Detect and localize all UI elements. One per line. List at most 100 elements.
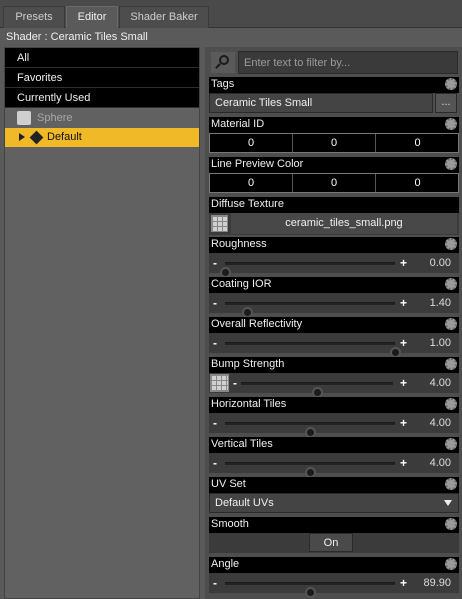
prop-label: Roughness — [209, 237, 459, 253]
prop-material-id: Material ID 0 0 0 — [209, 117, 459, 153]
uv-set-dropdown[interactable]: Default UVs — [209, 493, 459, 513]
gear-icon[interactable] — [445, 518, 457, 530]
tree-item-label: Default — [47, 131, 82, 143]
prop-roughness: Roughness - + 0.00 — [209, 237, 459, 278]
prop-bump-strength: Bump Strength - + 4.00 — [209, 357, 459, 398]
increment-button[interactable]: + — [400, 296, 407, 310]
prop-diffuse-texture: Diffuse Texture ceramic_tiles_small.png — [209, 197, 459, 235]
slider-track[interactable] — [225, 462, 395, 478]
slider-value[interactable]: 89.90 — [423, 577, 451, 589]
gear-icon[interactable] — [445, 358, 457, 370]
slider-track[interactable] — [225, 302, 395, 318]
slider-value[interactable]: 4.00 — [430, 457, 451, 469]
filter-input[interactable] — [238, 51, 458, 74]
prop-label: Tags — [209, 77, 459, 93]
tags-browse-button[interactable]: ... — [435, 93, 457, 113]
material-id-r[interactable]: 0 — [210, 134, 293, 152]
increment-button[interactable]: + — [400, 256, 407, 270]
texture-filename[interactable]: ceramic_tiles_small.png — [231, 213, 457, 234]
line-color-r[interactable]: 0 — [210, 174, 293, 192]
tab-presets[interactable]: Presets — [3, 6, 65, 28]
gear-icon[interactable] — [445, 238, 457, 250]
decrement-button[interactable]: - — [213, 576, 217, 590]
prop-label: Line Preview Color — [209, 157, 459, 173]
line-color-g[interactable]: 0 — [293, 174, 376, 192]
decrement-button[interactable]: - — [213, 296, 217, 310]
increment-button[interactable]: + — [400, 456, 407, 470]
gear-icon[interactable] — [445, 398, 457, 410]
prop-horizontal-tiles: Horizontal Tiles - + 4.00 — [209, 397, 459, 438]
decrement-button[interactable]: - — [213, 456, 217, 470]
prop-label: Material ID — [209, 117, 459, 133]
decrement-button[interactable]: - — [213, 416, 217, 430]
increment-button[interactable]: + — [400, 576, 407, 590]
horizontal-tiles-slider[interactable]: - + 4.00 — [209, 413, 459, 438]
overall-reflectivity-slider[interactable]: - + 1.00 — [209, 333, 459, 358]
gear-icon[interactable] — [445, 318, 457, 330]
left-panel: All Favorites Currently Used Sphere Defa… — [4, 47, 200, 599]
tags-field[interactable]: Ceramic Tiles Small — [209, 93, 433, 113]
increment-button[interactable]: + — [400, 376, 407, 390]
prop-smooth: Smooth On — [209, 517, 459, 553]
prop-label: Coating IOR — [209, 277, 459, 293]
expand-arrow-icon[interactable] — [19, 133, 25, 141]
slider-track[interactable] — [220, 262, 395, 278]
smooth-toggle[interactable]: On — [309, 533, 353, 552]
line-color-fields: 0 0 0 — [209, 173, 459, 193]
increment-button[interactable]: + — [400, 336, 407, 350]
decrement-button[interactable]: - — [233, 376, 237, 390]
gear-icon[interactable] — [445, 78, 457, 90]
shader-title: Shader : Ceramic Tiles Small — [0, 28, 462, 47]
nav-item-favorites[interactable]: Favorites — [5, 68, 199, 88]
vertical-tiles-slider[interactable]: - + 4.00 — [209, 453, 459, 478]
property-panel: Tags Ceramic Tiles Small ... Material ID… — [205, 47, 462, 599]
texture-thumbnail[interactable] — [211, 215, 228, 232]
material-id-g[interactable]: 0 — [293, 134, 376, 152]
slider-value[interactable]: 4.00 — [430, 377, 451, 389]
gear-icon[interactable] — [445, 158, 457, 170]
gear-icon[interactable] — [445, 118, 457, 130]
prop-label: Overall Reflectivity — [209, 317, 459, 333]
uv-set-value: Default UVs — [215, 497, 274, 509]
search-icon[interactable] — [211, 52, 235, 73]
slider-value[interactable]: 4.00 — [430, 417, 451, 429]
nav-item-all[interactable]: All — [5, 48, 199, 68]
tree-item-label: Sphere — [37, 112, 73, 124]
decrement-button[interactable]: - — [213, 336, 217, 350]
prop-label: Angle — [209, 557, 459, 573]
gear-icon[interactable] — [445, 478, 457, 490]
tab-shader-baker[interactable]: Shader Baker — [119, 6, 209, 28]
material-id-b[interactable]: 0 — [376, 134, 459, 152]
decrement-button[interactable]: - — [213, 256, 217, 270]
gear-icon[interactable] — [445, 438, 457, 450]
slider-track[interactable] — [241, 382, 393, 398]
coating-ior-slider[interactable]: - + 1.40 — [209, 293, 459, 318]
roughness-slider[interactable]: - + 0.00 — [209, 253, 459, 278]
nav-item-currently-used[interactable]: Currently Used — [5, 88, 199, 108]
prop-uv-set: UV Set Default UVs — [209, 477, 459, 513]
angle-slider[interactable]: - + 89.90 — [209, 573, 459, 598]
slider-value[interactable]: 1.00 — [430, 337, 451, 349]
slider-value[interactable]: 1.40 — [430, 297, 451, 309]
prop-line-preview-color: Line Preview Color 0 0 0 — [209, 157, 459, 193]
line-color-b[interactable]: 0 — [376, 174, 459, 192]
tree-item-default[interactable]: Default — [5, 128, 199, 147]
chevron-down-icon — [444, 500, 452, 506]
prop-label: Diffuse Texture — [209, 197, 459, 213]
slider-track[interactable] — [225, 422, 395, 438]
slider-value[interactable]: 0.00 — [430, 257, 451, 269]
prop-overall-reflectivity: Overall Reflectivity - + 1.00 — [209, 317, 459, 358]
tab-editor[interactable]: Editor — [66, 6, 118, 29]
bump-strength-slider[interactable]: - + 4.00 — [209, 373, 459, 398]
increment-button[interactable]: + — [400, 416, 407, 430]
filter-bar — [209, 51, 459, 74]
gear-icon[interactable] — [445, 558, 457, 570]
prop-angle: Angle - + 89.90 — [209, 557, 459, 598]
gear-icon[interactable] — [445, 278, 457, 290]
slider-track[interactable] — [225, 342, 401, 358]
slider-track[interactable] — [225, 582, 395, 598]
tree-item-sphere[interactable]: Sphere — [5, 108, 199, 128]
slider-knob[interactable] — [305, 587, 316, 598]
bump-map-thumbnail[interactable] — [210, 374, 229, 392]
prop-coating-ior: Coating IOR - + 1.40 — [209, 277, 459, 318]
